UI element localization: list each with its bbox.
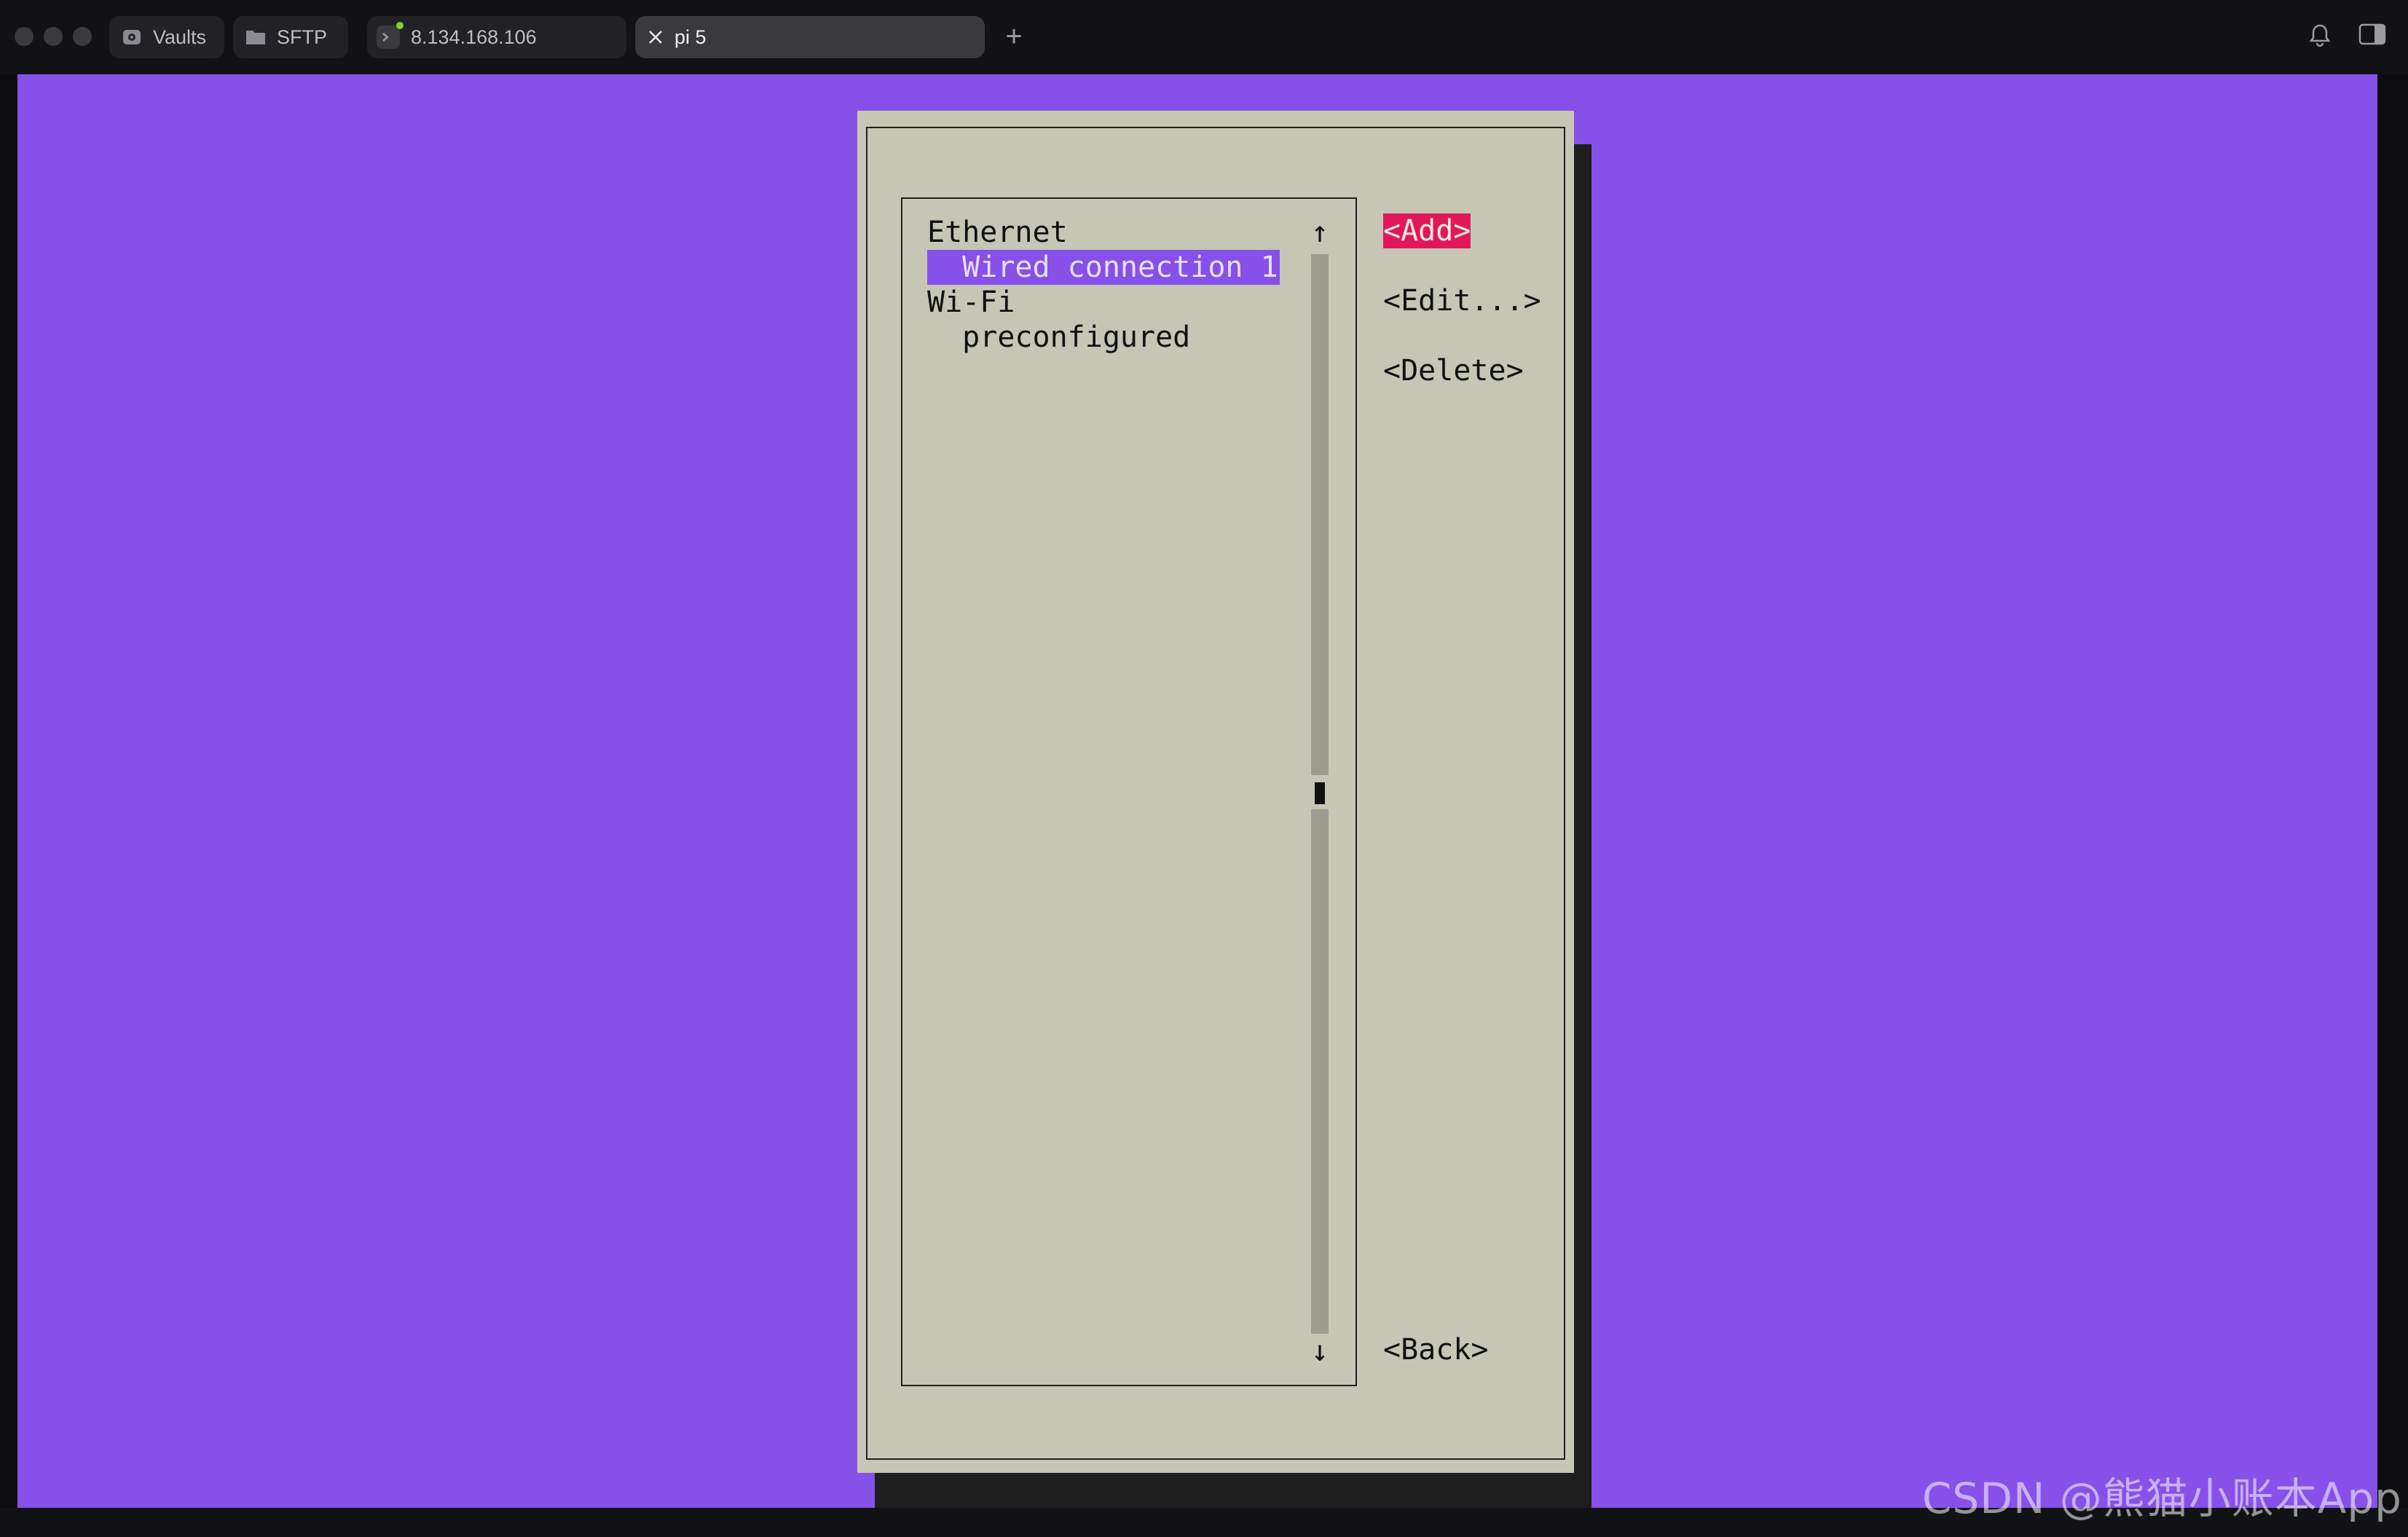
scroll-up-arrow[interactable]: ↑ bbox=[1308, 215, 1331, 250]
sidebar-toggle-icon[interactable] bbox=[2358, 23, 2386, 49]
back-button[interactable]: <Back> bbox=[1383, 1332, 1489, 1367]
tab-label: Vaults bbox=[153, 25, 207, 48]
nmtui-connections-dialog: Ethernet Wired connection 1 Wi-Fi precon… bbox=[857, 111, 1574, 1473]
dialog-shadow-bottom bbox=[875, 1473, 1591, 1508]
list-item-label: preconfigured bbox=[962, 321, 1191, 354]
close-window-button[interactable] bbox=[15, 27, 34, 46]
bell-icon[interactable] bbox=[2309, 23, 2331, 50]
scroll-down-arrow[interactable]: ↓ bbox=[1308, 1334, 1331, 1369]
delete-button[interactable]: <Delete> bbox=[1383, 353, 1524, 388]
online-status-dot bbox=[396, 22, 404, 29]
tab-host-8-134-168-106[interactable]: 8.134.168.106 bbox=[367, 16, 626, 58]
watermark-text: CSDN @熊猫小账本App bbox=[1921, 1474, 2402, 1523]
folder-icon bbox=[245, 28, 267, 47]
list-item-preconfigured[interactable]: preconfigured bbox=[927, 320, 1190, 355]
connection-list[interactable]: Ethernet Wired connection 1 Wi-Fi precon… bbox=[901, 197, 1357, 1386]
minimize-window-button[interactable] bbox=[44, 27, 63, 46]
list-item-ethernet[interactable]: Ethernet bbox=[927, 215, 1068, 250]
terminal-viewport[interactable]: Ethernet Wired connection 1 Wi-Fi precon… bbox=[17, 74, 2377, 1508]
terminal-host-icon bbox=[376, 22, 404, 50]
tab-sftp[interactable]: SFTP bbox=[233, 16, 348, 58]
dialog-shadow-right bbox=[1574, 144, 1591, 1503]
list-item-label: Wired connection 1 bbox=[962, 251, 1278, 284]
scrollbar-track-lower[interactable] bbox=[1311, 809, 1329, 1334]
window-titlebar: Vaults SFTP 8.134.168.106 pi 5 + bbox=[0, 0, 2408, 74]
scrollbar-track-upper[interactable] bbox=[1311, 254, 1329, 775]
tab-label: pi 5 bbox=[674, 25, 707, 48]
zoom-window-button[interactable] bbox=[73, 27, 92, 46]
tab-vaults[interactable]: Vaults bbox=[109, 16, 224, 58]
vault-icon bbox=[121, 26, 143, 48]
edit-button[interactable]: <Edit...> bbox=[1383, 283, 1541, 318]
tab-pi-5[interactable]: pi 5 bbox=[635, 16, 985, 58]
new-tab-button[interactable]: + bbox=[999, 20, 1028, 52]
close-icon[interactable] bbox=[647, 28, 664, 46]
list-item-wifi[interactable]: Wi-Fi bbox=[927, 285, 1015, 320]
scrollbar-thumb[interactable] bbox=[1315, 782, 1325, 804]
tab-label: SFTP bbox=[277, 25, 328, 48]
list-item-wired-connection-1[interactable]: Wired connection 1 bbox=[927, 250, 1280, 285]
add-button[interactable]: <Add> bbox=[1383, 213, 1471, 248]
tab-label: 8.134.168.106 bbox=[411, 25, 537, 48]
